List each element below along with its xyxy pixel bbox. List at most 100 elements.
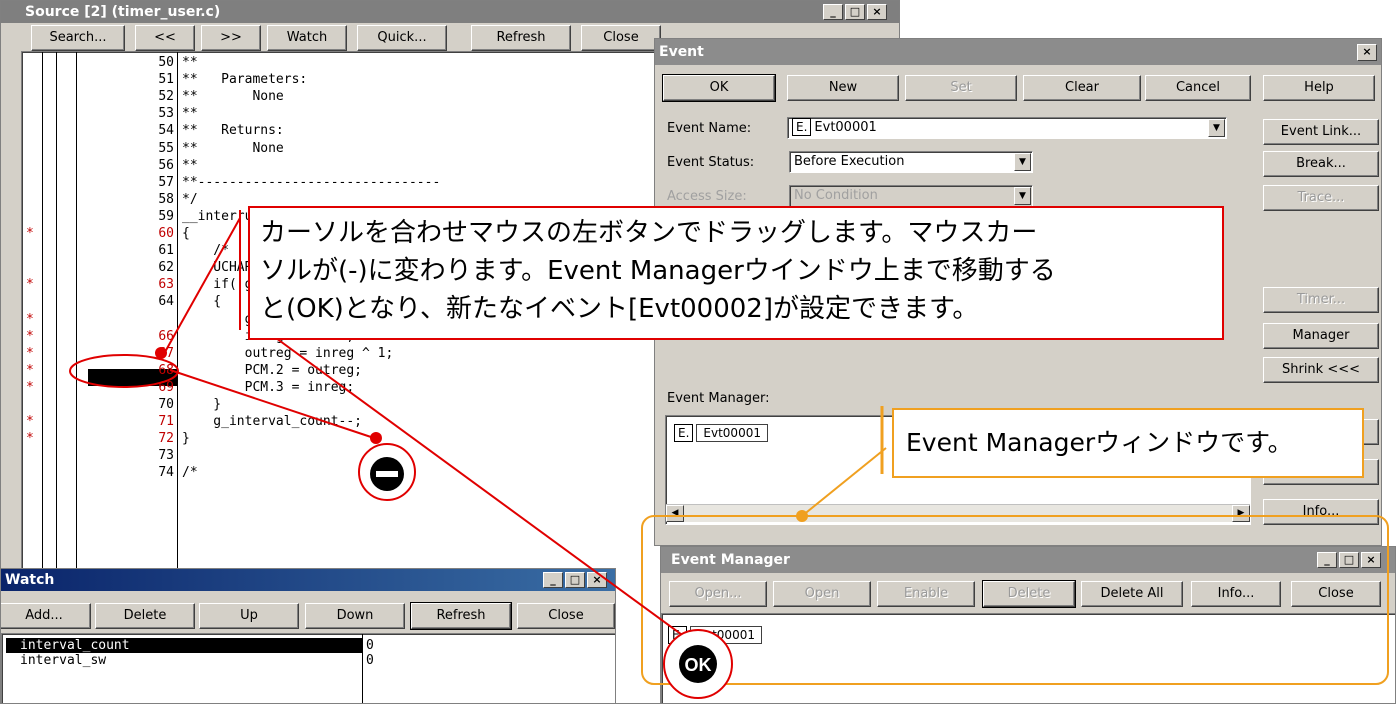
close-icon[interactable]: ×	[1357, 44, 1377, 61]
em-delete-button[interactable]: Delete	[982, 580, 1076, 608]
access-size-select[interactable]: No Condition ▼	[789, 185, 1033, 207]
event-cancel-button[interactable]: Cancel	[1145, 75, 1251, 101]
scroll-left-icon[interactable]: ◀	[666, 505, 684, 522]
close-button[interactable]: Close	[581, 25, 661, 51]
source-titlebar[interactable]: Source [2] (timer_user.c)	[1, 1, 899, 23]
em-delete-all-button[interactable]: Delete All	[1081, 581, 1183, 607]
event-name-combo[interactable]: E. Evt00001 ▼	[787, 117, 1227, 139]
source-line[interactable]: 74 /*	[22, 464, 662, 481]
source-line[interactable]: 53 **	[22, 105, 662, 122]
em-open-dialog-button[interactable]: Open...	[669, 581, 767, 607]
event-ok-button[interactable]: OK	[662, 74, 776, 102]
manager-button[interactable]: Manager	[1263, 323, 1379, 349]
code-text: /*	[182, 243, 229, 259]
watch-delete-button[interactable]: Delete	[95, 603, 195, 629]
code-text: ** Parameters:	[182, 72, 308, 88]
minimize-icon[interactable]: _	[823, 4, 843, 20]
watch-up-button[interactable]: Up	[199, 603, 299, 629]
quick-button[interactable]: Quick...	[357, 25, 447, 51]
close-icon[interactable]: ×	[1361, 552, 1381, 568]
maximize-icon[interactable]: □	[845, 4, 865, 20]
close-icon[interactable]: ×	[587, 572, 607, 588]
source-line[interactable]: * 71 g_interval_count--;	[22, 413, 662, 430]
source-line[interactable]: 52 ** None	[22, 88, 662, 105]
source-line[interactable]: 50 **	[22, 54, 662, 71]
em-enable-button[interactable]: Enable	[877, 581, 975, 607]
event-titlebar[interactable]: Event	[655, 39, 1381, 65]
source-line[interactable]: 51 ** Parameters:	[22, 71, 662, 88]
close-icon[interactable]: ×	[867, 4, 887, 20]
event-set-button[interactable]: Set	[905, 75, 1017, 101]
event-new-button[interactable]: New	[787, 75, 899, 101]
event-manager-item[interactable]: E. Evt00001	[674, 424, 768, 442]
watch-down-button[interactable]: Down	[305, 603, 405, 629]
chevron-down-icon[interactable]: ▼	[1014, 153, 1031, 171]
em-info-button[interactable]: Info...	[1191, 581, 1281, 607]
refresh-button[interactable]: Refresh	[471, 25, 571, 51]
source-line[interactable]: 55 ** None	[22, 140, 662, 157]
event-status-select[interactable]: Before Execution ▼	[789, 151, 1033, 173]
source-line[interactable]: 54 ** Returns:	[22, 122, 662, 139]
prev-button[interactable]: <<	[135, 25, 195, 51]
code-text: /*	[182, 465, 198, 481]
scroll-right-icon[interactable]: ▶	[1232, 505, 1250, 522]
breakpoint-marker[interactable]: *	[26, 276, 34, 293]
watch-refresh-button[interactable]: Refresh	[410, 602, 512, 630]
breakpoint-marker[interactable]: *	[26, 311, 34, 328]
timer-button[interactable]: Timer...	[1263, 287, 1379, 313]
event-help-button[interactable]: Help	[1263, 75, 1375, 101]
line-number: 67	[158, 345, 174, 361]
trace-button[interactable]: Trace...	[1263, 185, 1379, 211]
minimize-icon[interactable]: _	[543, 572, 563, 588]
manager-window-callout: Event Managerウィンドウです。	[892, 408, 1364, 478]
minimize-icon[interactable]: _	[1317, 552, 1337, 568]
watch-add-button[interactable]: Add...	[1, 603, 91, 629]
watch-window-controls: _ □ ×	[543, 572, 607, 588]
em-close-button[interactable]: Close	[1291, 581, 1381, 607]
event-manager-titlebar[interactable]: Event Manager	[661, 547, 1395, 573]
watch-list[interactable]: interval_count 0 interval_sw 0	[1, 633, 615, 703]
breakpoint-marker[interactable]: *	[26, 225, 34, 242]
watch-close-button[interactable]: Close	[517, 603, 615, 629]
search-button[interactable]: Search...	[31, 25, 125, 51]
info-button[interactable]: Info...	[1263, 499, 1379, 525]
breakpoint-marker[interactable]: *	[26, 328, 34, 345]
breakpoint-marker[interactable]: *	[26, 430, 34, 447]
maximize-icon[interactable]: □	[565, 572, 585, 588]
source-line[interactable]: * 68 PCM.2 = outreg;	[22, 362, 662, 379]
watch-button[interactable]: Watch	[267, 25, 347, 51]
watch-row[interactable]: interval_count	[6, 638, 362, 653]
event-link-button[interactable]: Event Link...	[1263, 119, 1379, 145]
watch-titlebar[interactable]: Watch	[1, 569, 615, 591]
line-number: 56	[158, 157, 174, 173]
source-line[interactable]: 73	[22, 447, 662, 464]
horizontal-scrollbar[interactable]: ◀ ▶	[666, 504, 1250, 522]
next-button[interactable]: >>	[201, 25, 261, 51]
source-line[interactable]: * 67 outreg = inreg ^ 1;	[22, 345, 662, 362]
breakpoint-marker[interactable]: *	[26, 345, 34, 362]
event-status-value: Before Execution	[794, 154, 905, 169]
em-event-list[interactable]: E. Evt00001	[661, 613, 1395, 703]
shrink-button[interactable]: Shrink <<<	[1263, 357, 1379, 383]
em-open-button[interactable]: Open	[773, 581, 871, 607]
source-line[interactable]: 57 **-------------------------------	[22, 174, 662, 191]
event-manager-window-controls: _ □ ×	[1317, 552, 1381, 568]
line-number: 52	[158, 89, 174, 105]
breakpoint-marker[interactable]: *	[26, 362, 34, 379]
breakpoint-marker[interactable]: *	[26, 413, 34, 430]
source-line[interactable]: 56 **	[22, 157, 662, 174]
source-line[interactable]: * 72}	[22, 430, 662, 447]
breakpoint-marker[interactable]: *	[26, 379, 34, 396]
source-line[interactable]: * 69 PCM.3 = inreg;	[22, 379, 662, 396]
code-text: }	[182, 431, 190, 447]
instruction-line-3: と(OK)となり、新たなイベント[Evt00002]が設定できます。	[260, 294, 979, 324]
em-event-item[interactable]: E. Evt00001	[668, 626, 762, 644]
chevron-down-icon[interactable]: ▼	[1208, 119, 1225, 137]
line-number: 50	[158, 55, 174, 70]
line-number: 66	[158, 328, 174, 344]
event-clear-button[interactable]: Clear	[1023, 75, 1141, 101]
source-line[interactable]: 70 }	[22, 396, 662, 413]
break-button[interactable]: Break...	[1263, 151, 1379, 177]
chevron-down-icon[interactable]: ▼	[1014, 187, 1031, 205]
maximize-icon[interactable]: □	[1339, 552, 1359, 568]
